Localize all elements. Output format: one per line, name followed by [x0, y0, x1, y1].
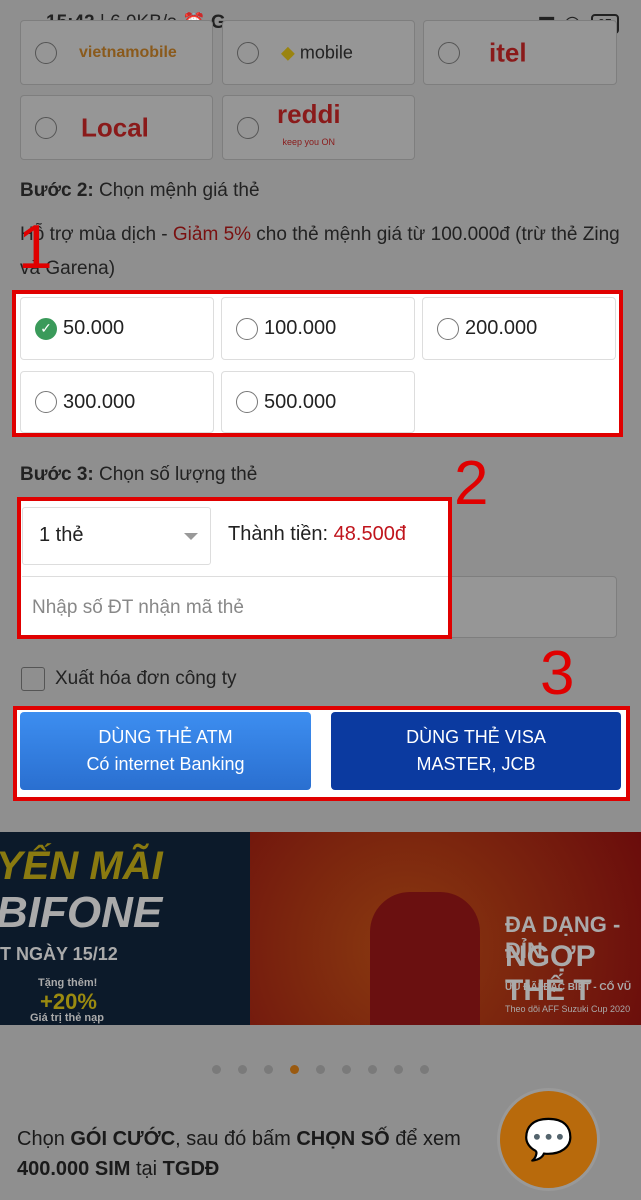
visa-line1: DÙNG THẺ VISA	[406, 727, 546, 747]
annotation-3: 3	[540, 639, 575, 708]
total-label: Thành tiền:	[228, 523, 329, 545]
carrier-logo: Local	[81, 112, 149, 142]
quantity-select[interactable]: 1 thẻ	[22, 507, 211, 565]
banner-text: ƯU ĐÃI ĐẶC BIỆT - CỔ VŨ	[505, 982, 632, 993]
denomination-100000[interactable]: 100.000	[221, 297, 415, 360]
denomination-label: 200.000	[465, 317, 538, 339]
phone-placeholder: Nhập số ĐT nhận mã thẻ	[32, 597, 244, 618]
radio[interactable]	[35, 41, 57, 64]
step-number: Bước 3:	[20, 464, 94, 485]
radio[interactable]	[35, 391, 57, 413]
invoice-label: Xuất hóa đơn công ty	[55, 668, 237, 689]
carrier-itel[interactable]: itel	[423, 20, 617, 85]
text-bold: GÓI CƯỚC	[70, 1128, 176, 1150]
promo-highlight: Giảm 5%	[172, 224, 252, 245]
step2-label: Bước 2: Chọn mệnh giá thẻ	[20, 180, 260, 202]
visa-line2: MASTER, JCB	[416, 754, 536, 774]
atm-line2: Có internet Banking	[86, 754, 245, 774]
carousel-dot[interactable]	[212, 1065, 221, 1074]
promo-banner[interactable]: YẾN MÃI BIFONE T NGÀY 15/12 Tặng thêm! +…	[0, 832, 641, 1025]
carousel-dot[interactable]	[394, 1065, 403, 1074]
carrier-logo: vietnamobile	[79, 43, 177, 61]
radio[interactable]	[236, 391, 258, 413]
annotation-2: 2	[454, 449, 489, 518]
denomination-label: 300.000	[63, 390, 136, 413]
carrier-logo: itel	[489, 37, 527, 67]
atm-button[interactable]: DÙNG THẺ ATM Có internet Banking	[20, 712, 311, 790]
text-bold: CHỌN SỐ	[296, 1128, 390, 1150]
carrier-local[interactable]: Local	[20, 95, 213, 160]
check-icon[interactable]: ✓	[35, 317, 57, 340]
banner-text: Tặng thêm!	[38, 977, 98, 989]
carousel-dot[interactable]	[342, 1065, 351, 1074]
carousel-dot[interactable]	[316, 1065, 325, 1074]
visa-button[interactable]: DÙNG THẺ VISA MASTER, JCB	[331, 712, 621, 790]
denomination-label: 50.000	[63, 317, 125, 339]
chat-icon: 💬	[523, 1118, 574, 1162]
text: để xem	[389, 1128, 461, 1150]
step-text: Chọn mệnh giá thẻ	[93, 180, 260, 201]
carrier-reddi[interactable]: reddi keep you ON	[222, 95, 415, 160]
banner-text: BIFONE	[0, 888, 163, 937]
chat-button[interactable]: 💬	[497, 1088, 600, 1191]
promo-text: Hỗ trợ mùa dịch - Giảm 5% cho thẻ mệnh g…	[20, 218, 620, 286]
banner-right: ĐA DẠNG - ĐỈN NGỢP THẾ T ƯU ĐÃI ĐẶC BIỆT…	[250, 832, 641, 1025]
text-bold: TGDĐ	[162, 1158, 220, 1180]
denomination-300000[interactable]: 300.000	[20, 371, 214, 433]
banner-left: YẾN MÃI BIFONE T NGÀY 15/12 Tặng thêm! +…	[0, 832, 250, 1025]
denomination-500000[interactable]: 500.000	[221, 371, 415, 433]
total: Thành tiền: 48.500đ	[228, 523, 406, 546]
carrier-logo: ◆ mobile	[281, 42, 353, 62]
radio[interactable]	[236, 317, 258, 340]
banner-text: Theo dõi AFF Suzuki Cup 2020	[505, 1004, 631, 1014]
text-bold: 400.000 SIM	[17, 1158, 131, 1180]
step-text: Chọn số lượng thẻ	[93, 464, 258, 485]
carrier-logo: reddi keep you ON	[277, 101, 341, 153]
step-number: Bước 2:	[20, 180, 94, 201]
invoice-checkbox[interactable]	[21, 667, 45, 691]
atm-line1: DÙNG THẺ ATM	[98, 727, 233, 747]
radio[interactable]	[237, 116, 259, 139]
radio[interactable]	[437, 317, 459, 340]
total-value: 48.500đ	[333, 523, 406, 545]
radio[interactable]	[438, 41, 460, 64]
radio[interactable]	[35, 116, 57, 139]
annotation-1: 1	[18, 213, 53, 282]
player-image	[370, 892, 480, 1025]
denomination-label: 100.000	[264, 317, 337, 339]
carousel-dot[interactable]	[290, 1065, 299, 1074]
carousel-dot[interactable]	[238, 1065, 247, 1074]
carrier-tagline: keep you ON	[282, 136, 336, 147]
carousel-dot[interactable]	[368, 1065, 377, 1074]
denomination-label: 500.000	[264, 390, 337, 413]
carousel-dot[interactable]	[420, 1065, 429, 1074]
text: tại	[130, 1158, 163, 1180]
footer-text: Chọn GÓI CƯỚC, sau đó bấm CHỌN SỐ để xem…	[17, 1124, 517, 1184]
chevron-down-icon	[184, 533, 198, 547]
radio[interactable]	[237, 41, 259, 64]
carousel-dot[interactable]	[264, 1065, 273, 1074]
banner-text: Giá trị thẻ nạp	[30, 1012, 104, 1024]
banner-text: YẾN MÃI	[0, 844, 163, 888]
phone-input[interactable]: Nhập số ĐT nhận mã thẻ	[22, 576, 448, 634]
banner-text: T NGÀY 15/12	[0, 944, 118, 964]
denomination-50000[interactable]: ✓ 50.000	[20, 297, 214, 360]
carrier-logo-text: mobile	[299, 42, 353, 62]
carrier-logo-text: reddi	[277, 98, 341, 129]
denomination-200000[interactable]: 200.000	[422, 297, 616, 360]
step3-label: Bước 3: Chọn số lượng thẻ	[20, 464, 257, 486]
quantity-value: 1 thẻ	[39, 524, 84, 546]
text: Chọn	[17, 1128, 71, 1150]
carrier-vietnamobile[interactable]: vietnamobile	[20, 20, 213, 85]
banner-text: NGỢP THẾ T	[505, 940, 596, 1007]
text: , sau đó bấm	[175, 1128, 297, 1150]
carrier-gmobile[interactable]: ◆ mobile	[222, 20, 415, 85]
